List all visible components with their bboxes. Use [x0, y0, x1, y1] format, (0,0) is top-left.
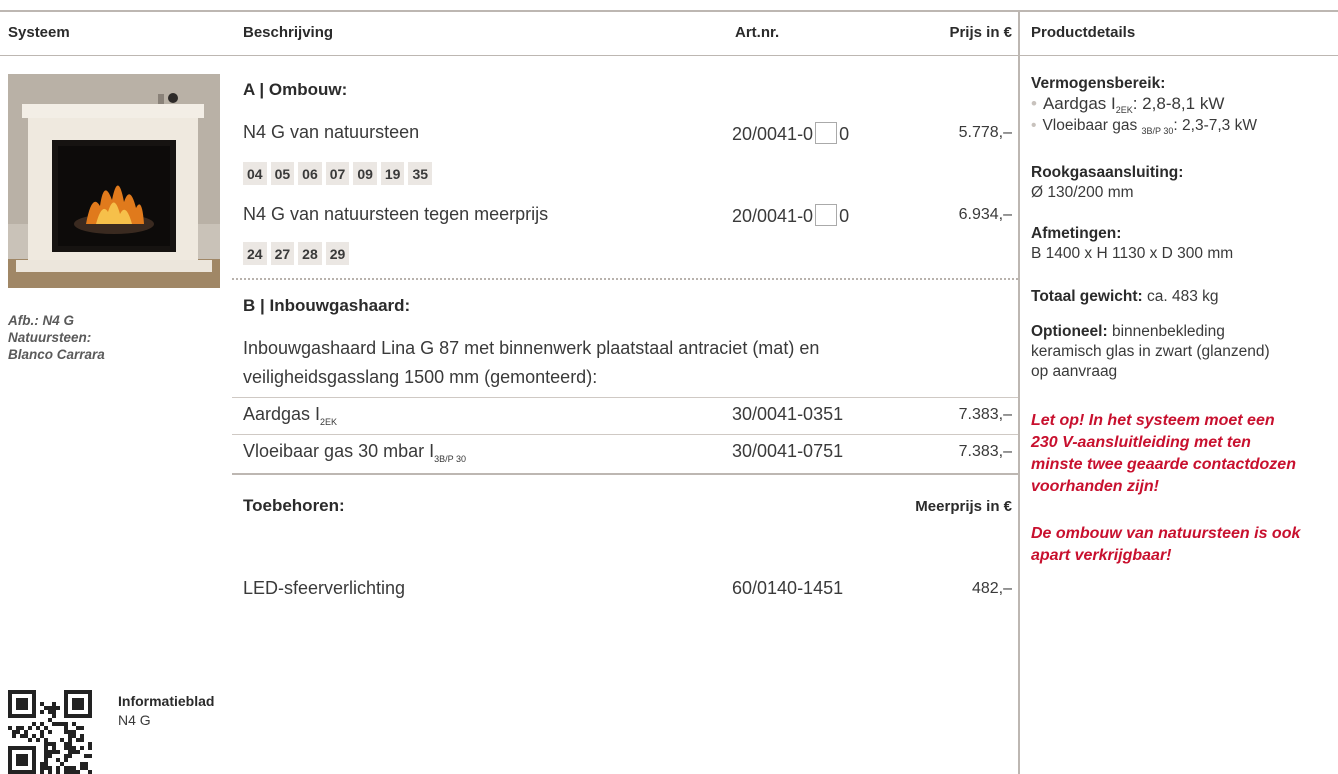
- optional-label: Optioneel:: [1031, 323, 1108, 340]
- section-a-row2-artnr: 20/0041-0 0: [732, 204, 849, 227]
- section-b-row1-desc: Aardgas I2EK: [243, 404, 338, 427]
- accessories-price-header: Meerprijs in €: [915, 498, 1012, 515]
- dimensions: Afmetingen: B 1400 x H 1130 x D 300 mm: [1031, 224, 1331, 264]
- flue-connection: Rookgasaansluiting: Ø 130/200 mm: [1031, 163, 1331, 203]
- warning-note: Let op! In het systeem moet een 230 V-aa…: [1031, 412, 1296, 495]
- color-code: 06: [298, 162, 322, 185]
- section-b-row2-desc: Vloeibaar gas 30 mbar I3B/P 30: [243, 441, 466, 464]
- color-code: 27: [270, 242, 295, 265]
- accessories-title: Toebehoren:: [243, 496, 345, 515]
- color-code: 05: [270, 162, 295, 185]
- accessory-row1-desc: LED-sfeerverlichting: [243, 578, 406, 598]
- fireplace-photo: [8, 74, 220, 288]
- header-rule: [0, 55, 1338, 56]
- power-natural-gas: • Aardgas I2EK: 2,8-8,1 kW: [1031, 94, 1225, 115]
- header-artnr: Art.nr.: [735, 24, 780, 41]
- section-divider-dotted: [232, 278, 1018, 280]
- section-a-row1-artnr: 20/0041-0 0: [732, 122, 849, 145]
- section-b-row2-artnr: 30/0041-0751: [732, 441, 844, 461]
- section-b-intro-1: Inbouwgashaard Lina G 87 met binnenwerk …: [243, 338, 820, 358]
- section-a-row1-price: 5.778,–: [958, 124, 1012, 141]
- section-a-row2-desc: N4 G van natuursteen tegen meerprijs: [243, 204, 549, 224]
- flue-value: Ø 130/200 mm: [1031, 184, 1134, 201]
- color-code: 24: [243, 242, 267, 265]
- photo-caption: Afb.: N4 G Natuursteen: Blanco Carrara: [8, 312, 105, 363]
- header-systeem: Systeem: [8, 24, 70, 41]
- total-weight: Totaal gewicht: ca. 483 kg: [1031, 287, 1331, 307]
- color-code: 29: [325, 242, 350, 265]
- power-range-title: Vermogensbereik:: [1031, 75, 1166, 92]
- row-rule: [232, 434, 1018, 435]
- section-b-intro-2: veiligheidsgasslang 1500 mm (gemonteerd)…: [243, 367, 598, 387]
- color-code: 07: [325, 162, 350, 185]
- section-a-title: A | Ombouw:: [243, 80, 348, 99]
- color-code: 28: [298, 242, 322, 265]
- section-a-row2-price: 6.934,–: [958, 206, 1012, 223]
- artnr-code-box: [815, 122, 838, 144]
- dimensions-title: Afmetingen:: [1031, 225, 1122, 242]
- section-b-row1-artnr: 30/0041-0351: [732, 404, 844, 424]
- artnr-suffix: 0: [839, 206, 850, 226]
- artnr-prefix: 20/0041-0: [732, 206, 814, 226]
- color-code: 35: [408, 162, 433, 185]
- section-a-row1-desc: N4 G van natuursteen: [243, 122, 420, 142]
- section-b-row2-price: 7.383,–: [958, 443, 1012, 460]
- flue-title: Rookgasaansluiting:: [1031, 164, 1184, 181]
- artnr-code-box: [815, 204, 838, 226]
- color-code: 09: [353, 162, 377, 185]
- power-range: Vermogensbereik: • Aardgas I2EK: 2,8-8,1 …: [1031, 74, 1331, 137]
- accessory-row1-artnr: 60/0140-1451: [732, 578, 844, 598]
- gas-category: 2EK: [320, 417, 338, 427]
- top-rule: [0, 10, 1338, 12]
- info-sheet-title[interactable]: Informatieblad: [118, 693, 214, 709]
- section-b-title: B | Inbouwgashaard:: [243, 296, 411, 315]
- weight-label: Totaal gewicht:: [1031, 288, 1143, 305]
- header-beschrijving: Beschrijving: [243, 24, 334, 41]
- accessories-rule: [232, 473, 1018, 475]
- header-prijs: Prijs in €: [949, 24, 1012, 41]
- qr-code[interactable]: [8, 690, 98, 774]
- weight-value: ca. 483 kg: [1146, 288, 1219, 305]
- color-codes-2: 24 27 28 29: [243, 242, 350, 265]
- caption-line-1: Afb.: N4 G: [8, 313, 74, 328]
- caption-line-3: Blanco Carrara: [8, 347, 105, 362]
- info-sheet-subtitle: N4 G: [118, 712, 151, 728]
- section-b-row1-price: 7.383,–: [958, 406, 1012, 423]
- artnr-suffix: 0: [839, 124, 850, 144]
- optional-lining: Optioneel: binnenbekleding keramisch gla…: [1031, 323, 1270, 380]
- row-rule: [232, 397, 1018, 398]
- availability-note: De ombouw van natuursteen is ook apart v…: [1031, 525, 1301, 564]
- color-code: 04: [243, 162, 267, 185]
- accessory-row1-price: 482,–: [971, 580, 1012, 597]
- artnr-prefix: 20/0041-0: [732, 124, 814, 144]
- dimensions-value: B 1400 x H 1130 x D 300 mm: [1031, 245, 1234, 262]
- header-productdetails: Productdetails: [1031, 24, 1136, 41]
- color-codes-1: 04 05 06 07 09 19 35: [243, 162, 433, 185]
- caption-line-2: Natuursteen:: [8, 330, 92, 345]
- gas-type: Vloeibaar gas 30 mbar I: [243, 441, 435, 461]
- color-code: 19: [380, 162, 405, 185]
- power-liquid-gas: • Vloeibaar gas 3B/P 30: 2,3-7,3 kW: [1031, 117, 1257, 136]
- gas-type: Aardgas I: [243, 404, 321, 424]
- details-divider: [1018, 10, 1020, 774]
- gas-category: 3B/P 30: [434, 454, 466, 464]
